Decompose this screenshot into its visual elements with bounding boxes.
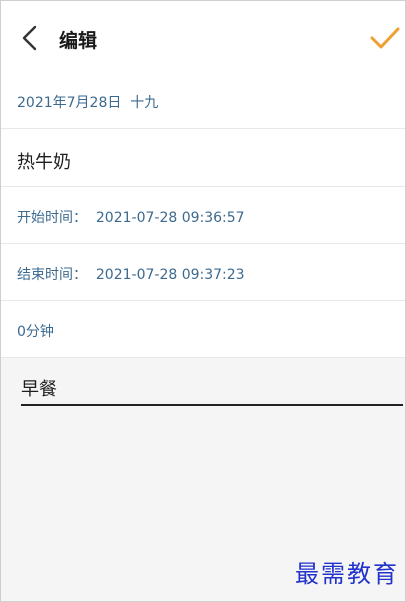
date-label: 2021年7月28日 十九 [17,95,159,111]
start-time-label: 开始时间： 2021-07-28 09:36:57 [17,210,245,226]
page-title: 编辑 [59,30,98,52]
back-button[interactable] [17,23,41,53]
start-time-row[interactable]: 开始时间： 2021-07-28 09:36:57 [1,187,405,244]
end-time-label: 结束时间： 2021-07-28 09:37:23 [17,267,245,283]
item-name-row[interactable]: 热牛奶 [1,129,405,187]
duration-label: 0分钟 [17,324,54,340]
chevron-left-icon [22,25,37,51]
checkmark-icon [370,27,400,49]
header-bar: 编辑 [1,1,405,73]
date-row[interactable]: 2021年7月28日 十九 [1,73,405,129]
confirm-button[interactable] [369,23,401,53]
app-window: 编辑 2021年7月28日 十九 热牛奶 开始时间： 2021-07-28 09… [0,0,406,602]
item-name: 热牛奶 [17,152,71,173]
duration-row: 0分钟 [1,301,405,358]
end-time-row[interactable]: 结束时间： 2021-07-28 09:37:23 [1,244,405,301]
note-input[interactable] [21,372,403,406]
watermark-text: 最需教育 [295,560,399,588]
